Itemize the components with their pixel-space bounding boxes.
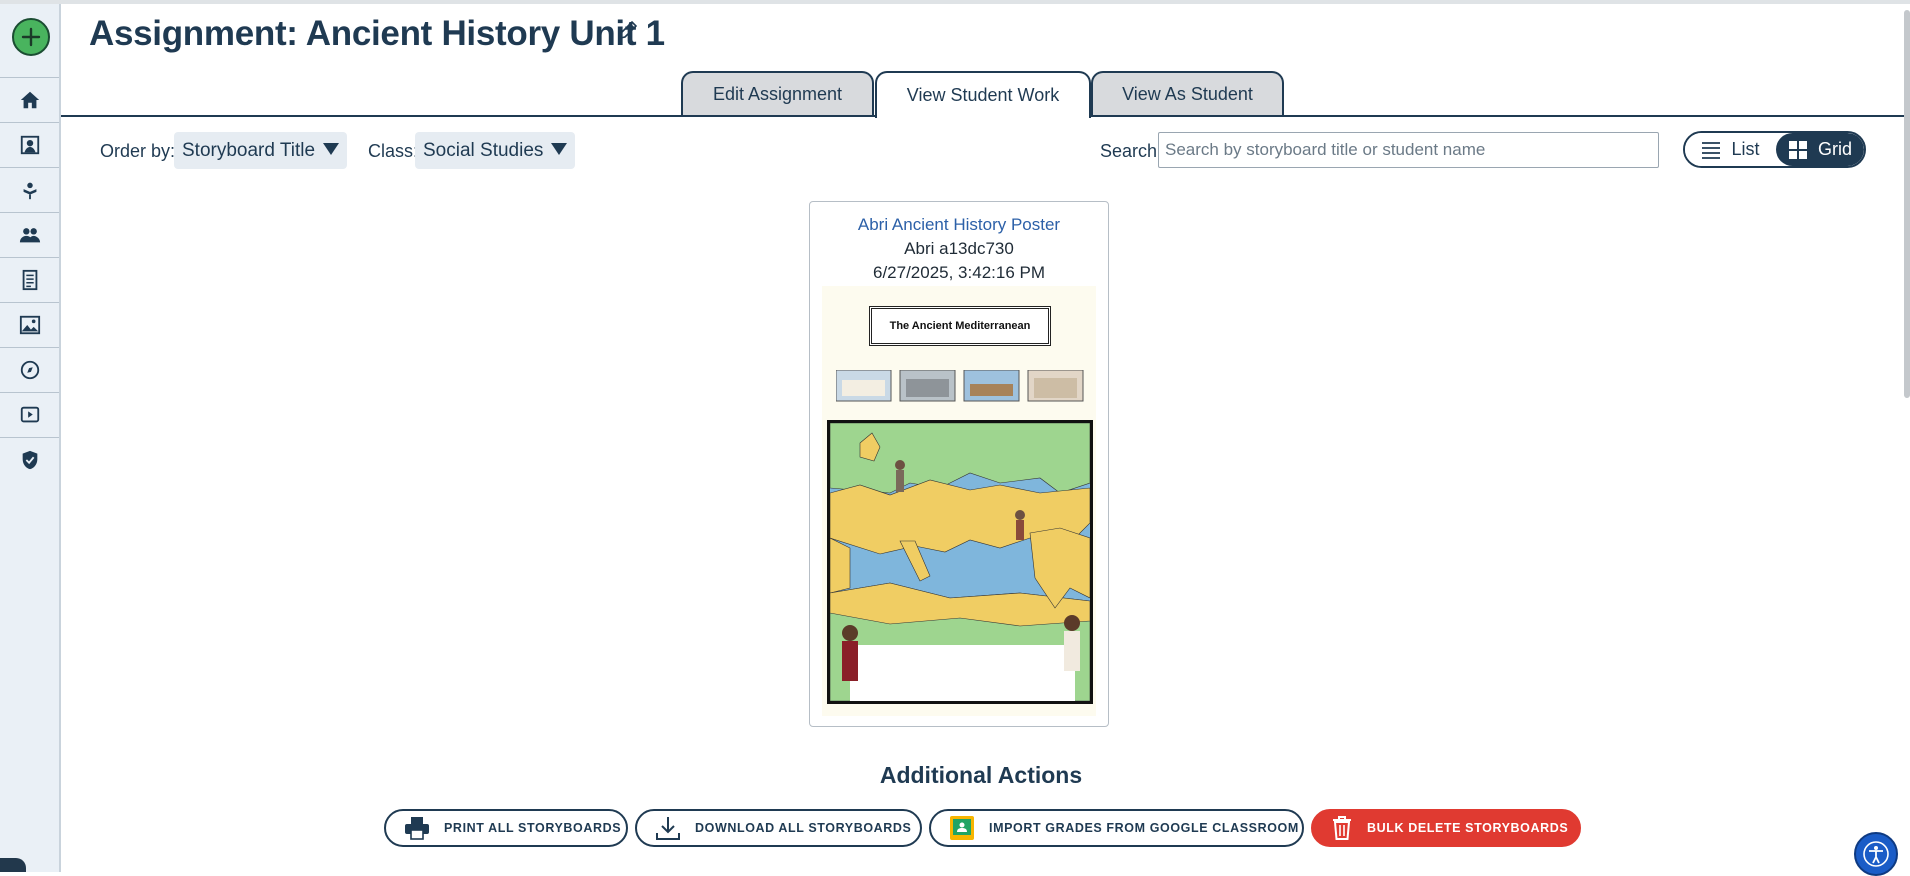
sidebar-item-home[interactable] <box>0 77 59 122</box>
sidebar-item-documents[interactable] <box>0 257 59 302</box>
list-view-label: List <box>1731 139 1760 159</box>
download-icon <box>656 817 680 840</box>
plus-icon <box>21 27 41 47</box>
list-view-button[interactable]: List <box>1685 133 1776 166</box>
sidebar-collapse-tab[interactable] <box>0 858 26 872</box>
sidebar-item-teacher[interactable] <box>0 167 59 212</box>
trash-icon <box>1333 816 1351 840</box>
teacher-icon <box>23 182 36 200</box>
page-scrollbar[interactable] <box>1904 10 1910 398</box>
top-border <box>0 0 1910 4</box>
storyboard-icon <box>20 135 39 155</box>
search-input[interactable] <box>1158 132 1659 168</box>
sidebar-item-images[interactable] <box>0 302 59 347</box>
class-label: Class: <box>368 141 419 161</box>
submission-date: 6/27/2025, 3:42:16 PM <box>872 263 1046 282</box>
print-all-storyboards-button[interactable]: PRINT ALL STORYBOARDS <box>384 809 628 847</box>
grid-view-button[interactable]: Grid <box>1776 133 1864 166</box>
compass-icon <box>20 360 39 380</box>
additional-actions-heading: Additional Actions <box>879 762 1083 788</box>
sidebar-item-users[interactable] <box>0 212 59 257</box>
list-icon <box>1702 141 1721 159</box>
sidebar-item-security[interactable] <box>0 437 59 482</box>
print-all-label: PRINT ALL STORYBOARDS <box>444 821 622 835</box>
class-dropdown[interactable]: Social Studies <box>415 132 576 169</box>
import-grades-button[interactable]: IMPORT GRADES FROM GOOGLE CLASSROOM <box>929 809 1304 847</box>
tab-view-as-student[interactable]: View As Student <box>1091 71 1284 116</box>
document-icon <box>22 269 37 291</box>
home-icon <box>20 91 39 109</box>
caret-down-icon <box>551 142 568 155</box>
video-icon <box>20 406 39 423</box>
caret-down-icon <box>323 142 340 155</box>
sidebar <box>0 4 61 872</box>
accessibility-button[interactable] <box>1854 832 1898 876</box>
page-title: Assignment: Ancient History Unit 1 <box>89 14 665 53</box>
create-new-button[interactable] <box>12 18 50 56</box>
order-by-value: Storyboard Title <box>182 139 316 161</box>
grid-view-label: Grid <box>1817 139 1852 159</box>
poster-title: The Ancient Mediterranean <box>869 306 1051 346</box>
accessibility-icon <box>1863 841 1889 867</box>
download-all-storyboards-button[interactable]: DOWNLOAD ALL STORYBOARDS <box>635 809 922 847</box>
student-name: Abri a13dc730 <box>904 239 1014 258</box>
shield-icon <box>22 450 37 470</box>
download-all-label: DOWNLOAD ALL STORYBOARDS <box>695 821 912 835</box>
pencil-icon[interactable] <box>616 18 640 42</box>
tab-edit-assignment[interactable]: Edit Assignment <box>681 71 874 116</box>
view-toggle: List Grid <box>1683 131 1866 168</box>
tab-view-student-work[interactable]: View Student Work <box>875 71 1091 118</box>
import-grades-label: IMPORT GRADES FROM GOOGLE CLASSROOM <box>989 821 1299 835</box>
sidebar-item-videos[interactable] <box>0 392 59 437</box>
grid-icon <box>1788 140 1807 159</box>
poster-photo-strip <box>836 370 1084 402</box>
order-by-dropdown[interactable]: Storyboard Title <box>174 132 348 169</box>
google-classroom-icon <box>950 816 974 840</box>
storyboard-title-link[interactable]: Abri Ancient History Poster <box>810 215 1108 235</box>
mediterranean-map-image <box>830 423 1090 701</box>
sidebar-item-explore[interactable] <box>0 347 59 392</box>
image-icon <box>19 315 40 335</box>
bulk-delete-label: BULK DELETE STORYBOARDS <box>1367 821 1569 835</box>
storyboard-thumbnail[interactable]: The Ancient Mediterranean <box>822 286 1096 716</box>
class-value: Social Studies <box>423 139 544 161</box>
sidebar-item-storyboards[interactable] <box>0 122 59 167</box>
poster-map <box>827 420 1093 704</box>
order-by-label: Order by: <box>100 141 176 161</box>
bulk-delete-storyboards-button[interactable]: BULK DELETE STORYBOARDS <box>1311 809 1581 847</box>
storyboard-card[interactable]: Abri Ancient History Poster Abri a13dc73… <box>809 201 1109 727</box>
users-icon <box>19 228 40 243</box>
search-label: Search: <box>1100 141 1163 161</box>
printer-icon <box>405 817 429 840</box>
